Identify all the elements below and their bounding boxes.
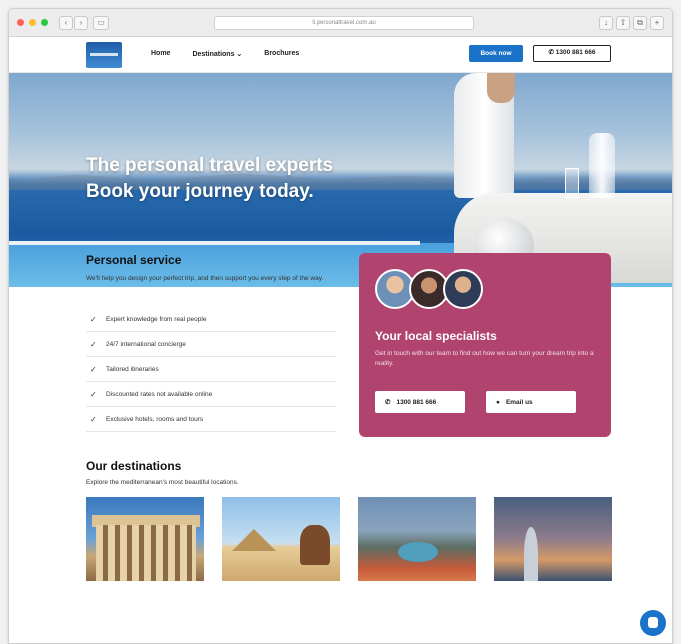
hero-person-arm bbox=[487, 73, 515, 103]
river-image bbox=[398, 542, 438, 562]
maximize-window-button[interactable] bbox=[41, 19, 48, 26]
camel-image bbox=[300, 525, 330, 565]
hero-bottle-image bbox=[589, 133, 615, 198]
pyramid-image bbox=[232, 529, 276, 551]
nav-brochures[interactable]: Brochures bbox=[264, 50, 299, 58]
temple-columns-image bbox=[96, 525, 196, 581]
book-now-button[interactable]: Book now bbox=[469, 45, 523, 62]
window-controls bbox=[17, 19, 48, 26]
check-icon: ✓ bbox=[90, 314, 97, 324]
phone-icon: ✆ bbox=[548, 49, 554, 56]
address-bar[interactable]: ll.personaltravel.com.au bbox=[214, 16, 474, 30]
destinations-title: Our destinations bbox=[86, 459, 182, 473]
back-arrow-icon[interactable]: ‹ bbox=[59, 16, 73, 30]
personal-service-title: Personal service bbox=[86, 253, 182, 267]
specialists-phone-label: 1300 881 666 bbox=[396, 398, 437, 406]
destination-card-croatia[interactable] bbox=[358, 497, 476, 581]
check-icon: ✓ bbox=[90, 339, 97, 349]
list-item: ✓ Expert knowledge from real people bbox=[86, 307, 336, 332]
chat-bubble-icon[interactable] bbox=[640, 610, 666, 636]
avatar bbox=[443, 269, 483, 309]
browser-actions: ↓ ⇧ ⧉ + bbox=[599, 16, 664, 30]
specialists-avatars bbox=[375, 269, 483, 309]
list-item: ✓ 24/7 international concierge bbox=[86, 332, 336, 357]
list-item-label: Tailored itineraries bbox=[106, 365, 159, 373]
hero-title: The personal travel experts bbox=[86, 155, 334, 176]
list-item-label: Exclusive hotels, rooms and tours bbox=[106, 415, 204, 423]
list-item: ✓ Discounted rates not available online bbox=[86, 382, 336, 407]
personal-service-list: ✓ Expert knowledge from real people ✓ 24/7… bbox=[86, 307, 336, 432]
check-icon: ✓ bbox=[90, 414, 97, 424]
list-item: ✓ Tailored itineraries bbox=[86, 357, 336, 382]
list-item-label: Discounted rates not available online bbox=[106, 390, 213, 398]
hero-pool-edge bbox=[9, 241, 421, 245]
destination-card-greece[interactable] bbox=[86, 497, 204, 581]
specialists-phone-button[interactable]: ✆ 1300 881 666 bbox=[375, 391, 465, 413]
minimize-window-button[interactable] bbox=[29, 19, 36, 26]
check-icon: ✓ bbox=[90, 364, 97, 374]
share-icon[interactable]: ⇧ bbox=[616, 16, 630, 30]
list-item-label: 24/7 international concierge bbox=[106, 340, 186, 348]
phone-button-label: 1300 881 666 bbox=[555, 49, 596, 56]
sidebar-toggle-icon[interactable]: ▭ bbox=[93, 16, 109, 30]
specialists-text: Get in touch with our team to find out h… bbox=[375, 350, 594, 367]
destination-card-egypt[interactable] bbox=[222, 497, 340, 581]
nav-destinations[interactable]: Destinations ⌄ bbox=[192, 50, 242, 58]
list-item: ✓ Exclusive hotels, rooms and tours bbox=[86, 407, 336, 432]
close-window-button[interactable] bbox=[17, 19, 24, 26]
download-icon[interactable]: ↓ bbox=[599, 16, 613, 30]
specialists-title: Your local specialists bbox=[375, 329, 497, 343]
list-item-label: Expert knowledge from real people bbox=[106, 315, 207, 323]
phone-icon: ✆ bbox=[385, 399, 391, 406]
site-logo[interactable] bbox=[86, 42, 122, 68]
browser-window: ‹ › ▭ ll.personaltravel.com.au ↓ ⇧ ⧉ + H… bbox=[8, 8, 673, 644]
forward-arrow-icon[interactable]: › bbox=[74, 16, 88, 30]
nav-home[interactable]: Home bbox=[151, 50, 170, 58]
specialists-card: Your local specialists Get in touch with… bbox=[359, 253, 611, 437]
hero-glass-image bbox=[565, 168, 579, 198]
main-nav: Home Destinations ⌄ Brochures bbox=[151, 50, 299, 58]
hero-subtitle: Book your journey today. bbox=[86, 181, 314, 202]
destinations-text: Explore the mediterranean's most beautif… bbox=[86, 479, 239, 486]
email-us-label: Email us bbox=[505, 398, 533, 406]
tabs-icon[interactable]: ⧉ bbox=[633, 16, 647, 30]
tower-image bbox=[524, 527, 538, 581]
destination-card-dubai[interactable] bbox=[494, 497, 612, 581]
phone-button[interactable]: ✆ 1300 881 666 bbox=[533, 45, 611, 62]
check-icon: ✓ bbox=[90, 389, 97, 399]
site-header: Home Destinations ⌄ Brochures Book now ✆… bbox=[9, 37, 672, 73]
new-tab-icon[interactable]: + bbox=[650, 16, 664, 30]
personal-service-text: We'll help you design your perfect trip,… bbox=[86, 275, 324, 282]
chat-icon: ● bbox=[496, 398, 500, 406]
browser-toolbar: ‹ › ▭ ll.personaltravel.com.au ↓ ⇧ ⧉ + bbox=[9, 9, 672, 37]
email-us-button[interactable]: ● Email us bbox=[486, 391, 576, 413]
